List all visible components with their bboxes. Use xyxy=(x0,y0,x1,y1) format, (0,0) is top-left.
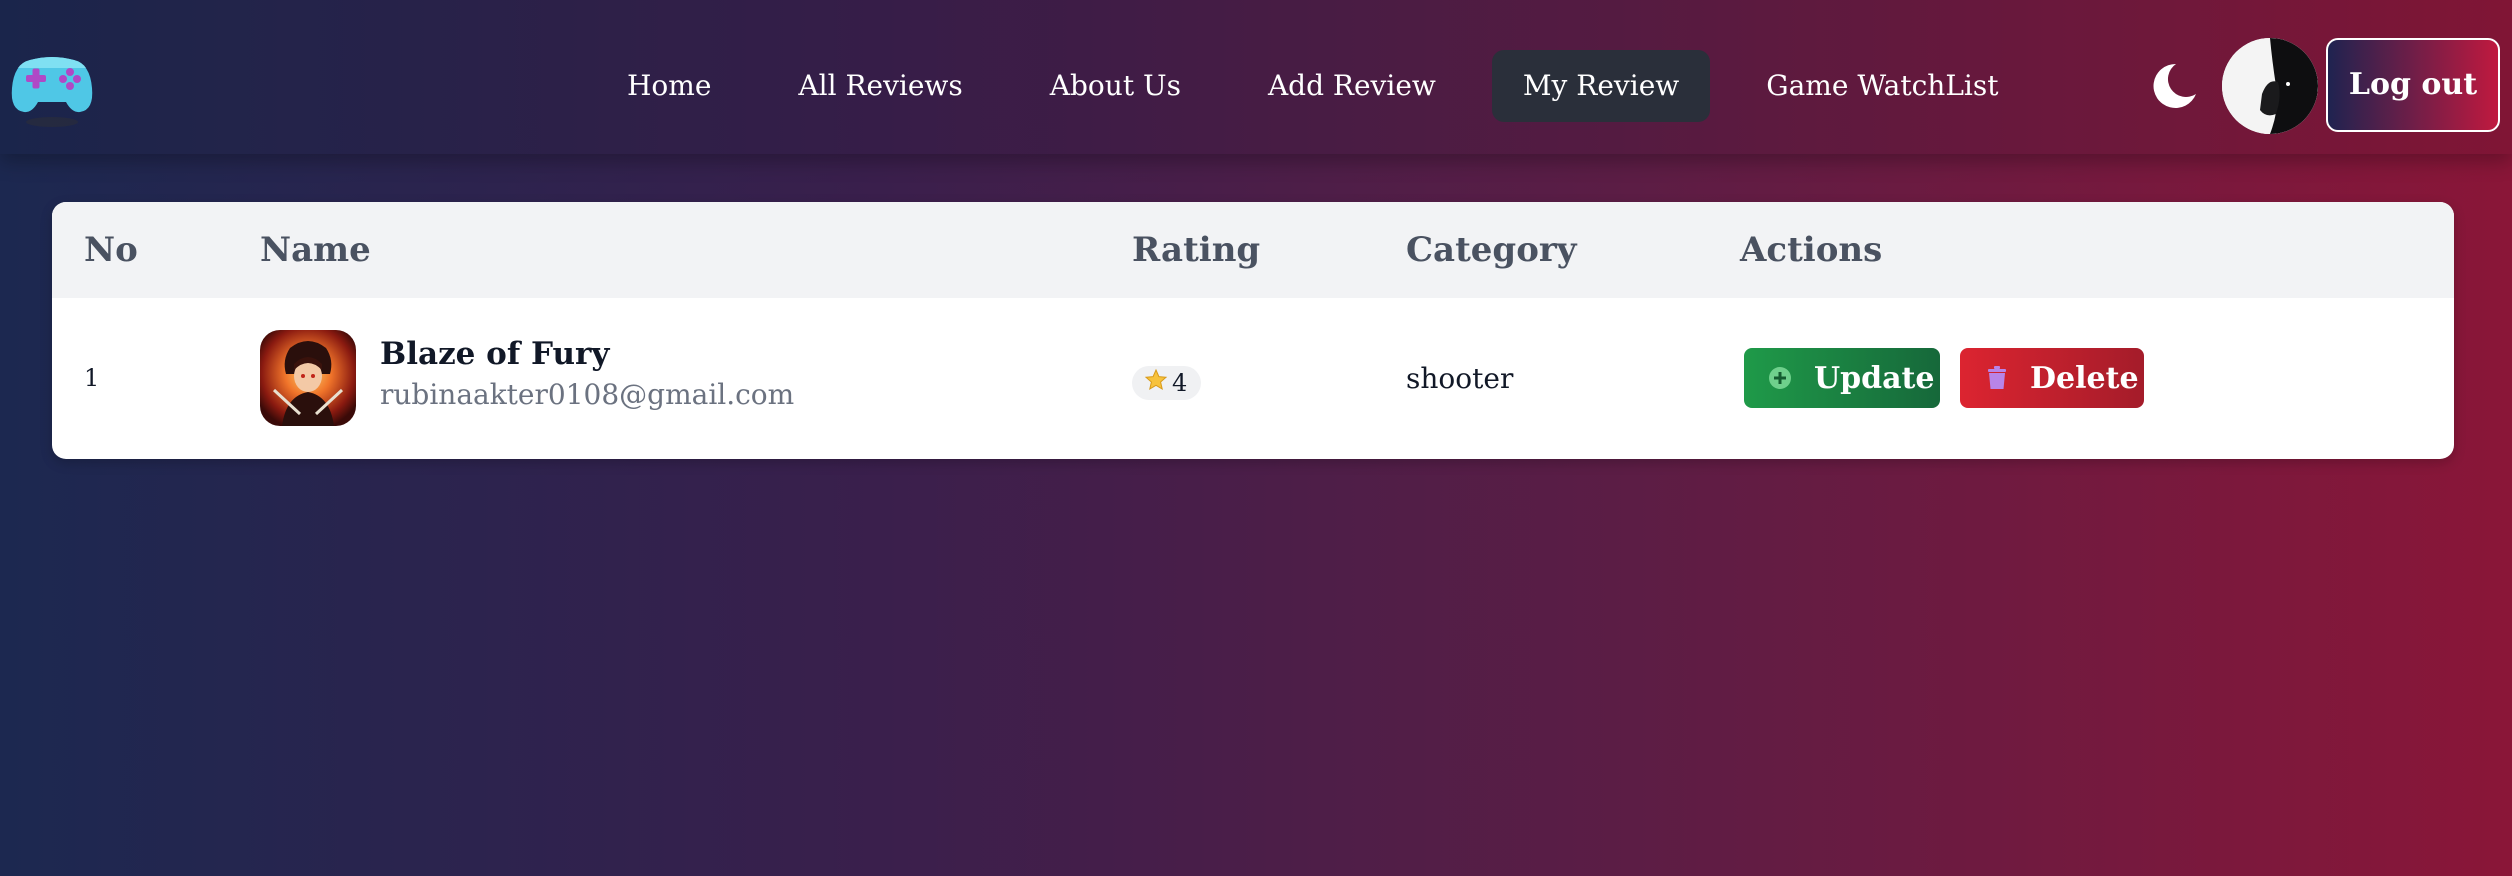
rating-badge: 4 xyxy=(1132,366,1202,400)
header-rating: Rating xyxy=(1132,230,1261,270)
header-name: Name xyxy=(260,230,371,270)
delete-label: Delete xyxy=(2030,360,2139,396)
nav-home[interactable]: Home xyxy=(596,50,742,122)
nav-about-us[interactable]: About Us xyxy=(1019,50,1212,122)
nav-all-reviews[interactable]: All Reviews xyxy=(767,50,993,122)
game-name: Blaze of Fury xyxy=(380,336,610,372)
gamepad-logo-icon[interactable] xyxy=(10,46,94,128)
category-value: shooter xyxy=(1406,362,1514,395)
nav-links: Home All Reviews About Us Add Review My … xyxy=(596,50,2030,122)
update-button[interactable]: Update xyxy=(1744,348,1940,408)
update-label: Update xyxy=(1814,360,1935,396)
navbar: Home All Reviews About Us Add Review My … xyxy=(0,0,2512,154)
row-number: 1 xyxy=(84,364,100,392)
table-row: 1 Blaze of Fury rubinaakter0108@gmail.co… xyxy=(52,298,2454,459)
header-category: Category xyxy=(1406,230,1577,270)
plus-circle-icon xyxy=(1768,366,1792,390)
delete-button[interactable]: Delete xyxy=(1960,348,2144,408)
reviewer-email: rubinaakter0108@gmail.com xyxy=(380,378,795,411)
rating-value: 4 xyxy=(1172,369,1188,397)
star-icon xyxy=(1144,368,1168,398)
moon-icon[interactable] xyxy=(2146,58,2202,114)
table-header: No Name Rating Category Actions xyxy=(52,202,2454,298)
nav-add-review[interactable]: Add Review xyxy=(1237,50,1467,122)
nav-my-review[interactable]: My Review xyxy=(1491,50,1711,122)
nav-game-watchlist[interactable]: Game WatchList xyxy=(1735,50,2029,122)
user-avatar[interactable] xyxy=(2222,38,2318,134)
header-actions: Actions xyxy=(1740,230,1883,270)
header-no: No xyxy=(84,230,138,270)
logout-button[interactable]: Log out xyxy=(2326,38,2500,132)
trash-icon xyxy=(1986,366,2008,390)
my-reviews-table: No Name Rating Category Actions 1 Blaze … xyxy=(52,202,2454,459)
game-thumbnail xyxy=(260,330,356,426)
